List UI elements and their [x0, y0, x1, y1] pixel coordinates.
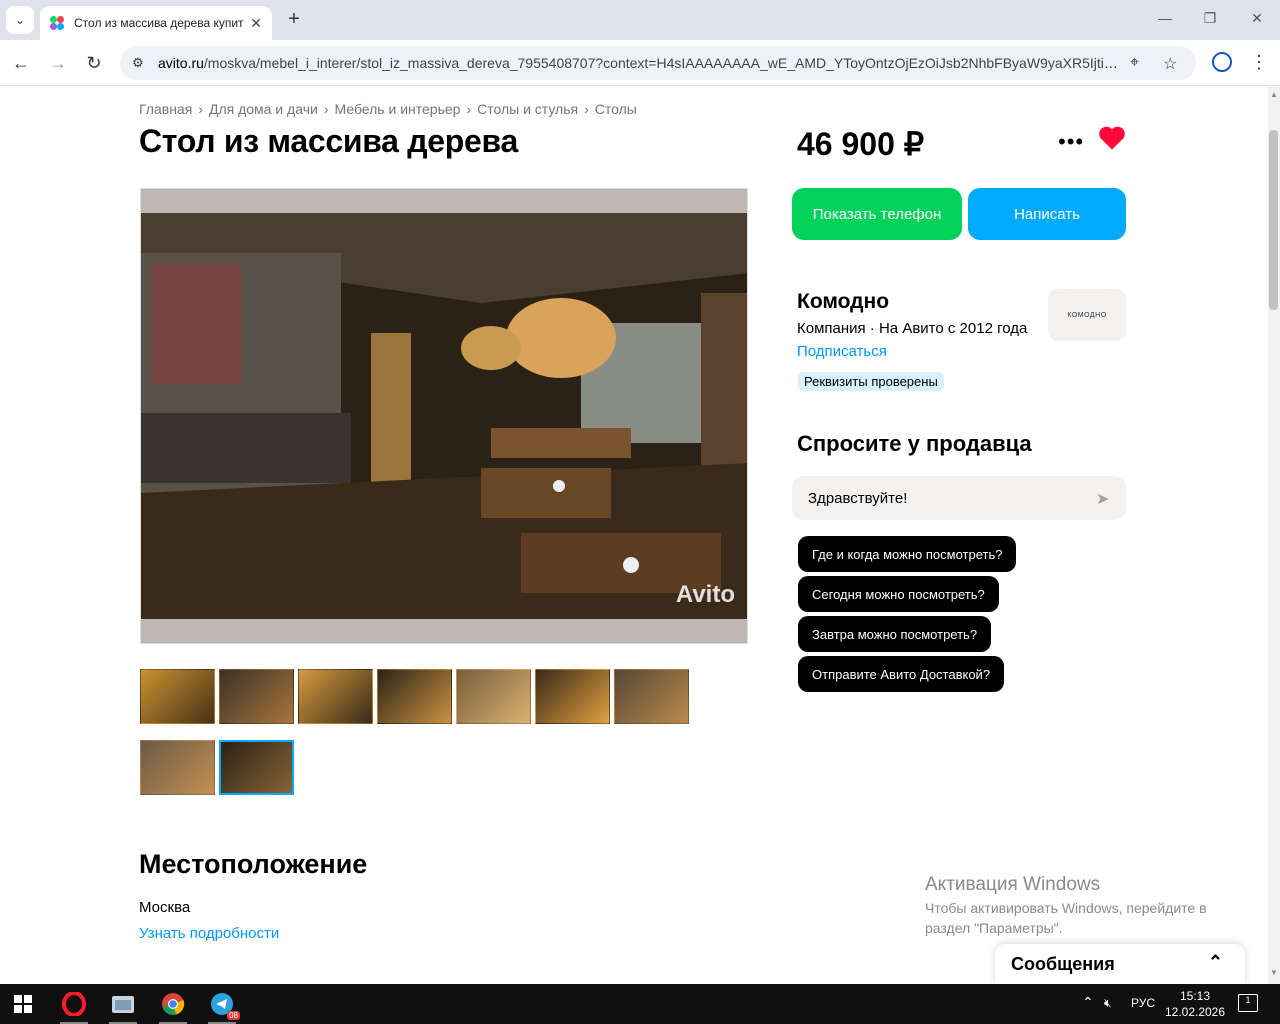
clock-time: 15:13 [1179, 989, 1211, 1003]
ask-seller-input[interactable]: Здравствуйте! [792, 476, 1126, 520]
verified-badge: Реквизиты проверены [798, 372, 944, 391]
location-details-link[interactable]: Узнать подробности [139, 925, 279, 942]
url-path: /moskva/mebel_i_interer/stol_iz_massiva_… [203, 55, 1124, 71]
breadcrumb-separator: › [198, 101, 203, 117]
telegram-unread-badge: 08 [227, 1011, 240, 1020]
chrome-icon[interactable] [153, 988, 193, 1024]
thumbnail[interactable] [140, 740, 215, 795]
seller-name[interactable]: Комодно [797, 290, 889, 314]
minimize-icon[interactable]: — [1155, 10, 1175, 26]
telegram-icon[interactable]: 08 [202, 988, 242, 1024]
thumbnail[interactable] [219, 669, 294, 724]
page-title: Стол из массива дерева [139, 123, 518, 159]
thumbnail-active[interactable] [219, 740, 294, 795]
tab-search-button[interactable]: ⌄ [6, 6, 34, 34]
breadcrumb-item[interactable]: Столы и стулья [477, 101, 578, 117]
price: 46 900 ₽ [797, 126, 925, 162]
scroll-down-arrow-icon[interactable]: ▼ [1268, 968, 1280, 977]
thumbnail[interactable] [298, 669, 373, 724]
breadcrumb-separator: › [584, 101, 589, 117]
chevron-down-icon: ⌄ [14, 13, 26, 27]
windows-start-icon[interactable] [14, 995, 32, 1013]
cafe-interior-image: Avito [141, 213, 747, 619]
browser-tab-strip: ⌄ Стол из массива дерева купить ✕ + — ❐ … [0, 0, 1280, 40]
show-hidden-icons-chevron-icon[interactable]: ⌃ [1082, 994, 1094, 1011]
thumbnail[interactable] [140, 669, 215, 724]
breadcrumb-item[interactable]: Для дома и дачи [209, 101, 318, 117]
activation-text: Чтобы активировать Windows, перейдите в … [925, 900, 1207, 936]
quick-question-button[interactable]: Отправите Авито Доставкой? [798, 656, 1005, 692]
breadcrumb: Главная › Для дома и дачи › Мебель и интер… [139, 101, 637, 117]
more-options-icon[interactable]: ••• [1058, 129, 1084, 155]
photo-illustration [141, 213, 747, 619]
new-tab-button[interactable]: + [282, 8, 306, 32]
scrollbar-thumb[interactable] [1269, 130, 1278, 310]
breadcrumb-item[interactable]: Главная [139, 101, 192, 117]
ask-seller-title: Спросите у продавца [797, 431, 1032, 456]
close-tab-icon[interactable]: ✕ [250, 15, 262, 32]
address-bar[interactable]: ⚙ avito.ru/moskva/mebel_i_interer/stol_i… [120, 46, 1196, 80]
site-settings-icon[interactable]: ⚙ [132, 55, 148, 71]
breadcrumb-item[interactable]: Мебель и интерьер [335, 101, 461, 117]
taskbar-clock[interactable]: 15:13 12.02.2026 [1160, 988, 1230, 1020]
volume-muted-icon[interactable]: 🔇︎ [1104, 996, 1112, 1011]
send-icon[interactable]: ➤ [1096, 489, 1109, 509]
profile-icon[interactable] [1212, 52, 1232, 72]
restore-icon[interactable]: ❐ [1200, 10, 1220, 27]
location-blocked-icon[interactable]: ⌖ [1130, 54, 1139, 72]
url-text[interactable]: avito.ru/moskva/mebel_i_interer/stol_iz_… [158, 55, 1124, 71]
messages-label: Сообщения [1011, 953, 1115, 974]
avito-watermark: Avito [675, 581, 735, 608]
thumbnail[interactable] [456, 669, 531, 724]
breadcrumb-item[interactable]: Столы [595, 101, 637, 117]
tab-title: Стол из массива дерева купить [74, 16, 244, 30]
url-domain: avito.ru [158, 55, 204, 71]
main-photo[interactable]: Avito [140, 188, 748, 644]
input-language[interactable]: РУС [1131, 996, 1155, 1010]
activation-title: Активация Windows [925, 874, 1101, 895]
seller-logo-text: КОМОДНО [1067, 311, 1107, 319]
clock-date: 12.02.2026 [1164, 1005, 1226, 1019]
quick-question-button[interactable]: Где и когда можно посмотреть? [798, 536, 1017, 572]
write-message-button[interactable]: Написать [968, 188, 1126, 240]
avito-favicon-icon [50, 16, 64, 30]
thumbnail[interactable] [377, 669, 452, 724]
show-phone-button[interactable]: Показать телефон [792, 188, 962, 240]
seller-meta: Компания · На Авито с 2012 года [797, 320, 1028, 337]
forward-arrow-icon[interactable]: → [47, 52, 69, 74]
location-title: Местоположение [139, 849, 368, 879]
window-close-icon[interactable]: ✕ [1247, 10, 1267, 27]
file-explorer-icon[interactable] [103, 988, 143, 1024]
favorite-heart-icon[interactable] [1098, 125, 1126, 151]
reload-icon[interactable]: ↻ [83, 52, 105, 74]
browser-toolbar: ← → ↻ ⚙ avito.ru/moskva/mebel_i_interer/… [0, 40, 1280, 86]
chevron-up-icon[interactable]: ⌃ [1208, 952, 1223, 973]
seller-logo[interactable]: КОМОДНО [1048, 289, 1126, 341]
quick-question-button[interactable]: Завтра можно посмотреть? [798, 616, 992, 652]
subscribe-link[interactable]: Подписаться [797, 343, 887, 360]
thumbnail[interactable] [535, 669, 610, 724]
opera-icon[interactable] [54, 988, 94, 1024]
scroll-up-arrow-icon[interactable]: ▲ [1268, 90, 1280, 99]
windows-taskbar: 08 ⌃ 🔇︎ РУС 15:13 12.02.2026 1 [0, 984, 1280, 1024]
messages-panel[interactable]: Сообщения ⌃ [995, 944, 1245, 984]
breadcrumb-separator: › [466, 101, 472, 117]
browser-tab[interactable]: Стол из массива дерева купить ✕ [40, 6, 272, 40]
quick-question-button[interactable]: Сегодня можно посмотреть? [798, 576, 999, 612]
windows-activation-watermark: Активация Windows Чтобы активировать Win… [925, 874, 1245, 938]
back-arrow-icon[interactable]: ← [10, 52, 32, 74]
bookmark-star-icon[interactable]: ☆ [1163, 54, 1177, 74]
notification-count: 1 [1245, 995, 1251, 1005]
notification-center-icon[interactable]: 1 [1238, 994, 1258, 1012]
page-content: Главная › Для дома и дачи › Мебель и интер… [0, 87, 1268, 984]
thumbnail[interactable] [614, 669, 689, 724]
location-city: Москва [139, 899, 191, 916]
browser-menu-icon[interactable]: ⋮ [1250, 52, 1268, 72]
breadcrumb-separator: › [323, 101, 329, 117]
